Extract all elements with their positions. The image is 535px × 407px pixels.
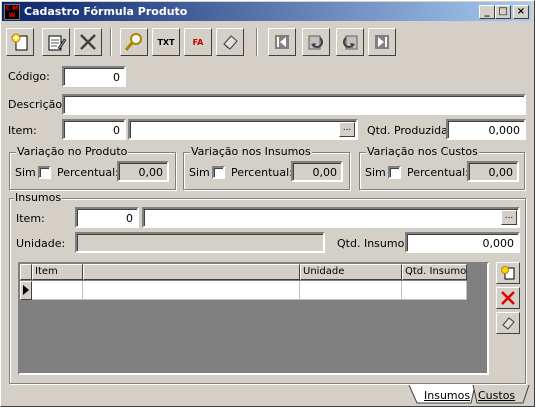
insumo-item-description-input[interactable]: ... xyxy=(142,207,520,228)
new-document-icon xyxy=(11,33,28,51)
title-bar: C MW Cadastro Fórmula Produto _ □ × xyxy=(2,2,531,21)
grid-cell-qtd-insumo[interactable] xyxy=(402,281,467,300)
unidade-input[interactable] xyxy=(75,232,325,253)
grid-row-indicator[interactable] xyxy=(20,281,32,300)
variacao-custos-title: Variação nos Custos xyxy=(366,145,479,158)
item-lookup-button[interactable]: ... xyxy=(339,122,355,137)
variacao-custos-percentual-label: Percentual: xyxy=(407,166,469,179)
edit-record-button[interactable] xyxy=(42,28,70,56)
add-insumo-button[interactable] xyxy=(496,262,520,284)
grid-header-qtd-insumo[interactable]: Qtd. Insumo xyxy=(402,264,467,280)
grid-cell-unidade[interactable] xyxy=(300,281,402,300)
descricao-label: Descrição: xyxy=(8,98,66,111)
variacao-insumos-group: Variação nos Insumos Sim Percentual: 0,0… xyxy=(183,145,350,190)
grid-header-item[interactable]: Item xyxy=(32,264,83,280)
clear-insumo-button[interactable] xyxy=(496,312,520,334)
next-record-button[interactable] xyxy=(336,28,364,56)
prev-record-button[interactable] xyxy=(302,28,330,56)
variacao-insumos-checkbox[interactable] xyxy=(212,166,225,179)
qtd-insumo-label: Qtd. Insumo: xyxy=(337,237,409,250)
grid-header-unidade[interactable]: Unidade xyxy=(300,264,402,280)
item-description-input[interactable]: ... xyxy=(128,119,358,140)
grid-cell-description[interactable] xyxy=(83,281,300,300)
clear-button[interactable] xyxy=(216,28,244,56)
qtd-insumo-input[interactable]: 0,000 xyxy=(405,232,520,253)
export-txt-button[interactable]: TXT xyxy=(152,28,180,56)
variacao-custos-checkbox[interactable] xyxy=(388,166,401,179)
insumos-title: Insumos xyxy=(14,191,63,204)
variacao-custos-group: Variação nos Custos Sim Percentual: 0,00 xyxy=(359,145,525,190)
toolbar: TXT FA xyxy=(4,25,530,59)
next-icon xyxy=(343,35,358,50)
last-record-button[interactable] xyxy=(368,28,396,56)
variacao-produto-percentual-label: Percentual: xyxy=(57,166,119,179)
variacao-produto-group: Variação no Produto Sim Percentual: 0,00 xyxy=(9,145,176,190)
toolbar-separator xyxy=(110,28,112,56)
item-code-input[interactable]: 0 xyxy=(62,119,126,140)
descricao-input[interactable] xyxy=(62,94,526,115)
variacao-produto-checkbox[interactable] xyxy=(38,166,51,179)
tab-insumos[interactable]: Insumos xyxy=(420,387,474,404)
unidade-label: Unidade: xyxy=(16,237,66,250)
grid-cell-item[interactable] xyxy=(32,281,83,300)
variacao-custos-percentual-input[interactable]: 0,00 xyxy=(467,161,519,182)
report-fa-button[interactable]: FA xyxy=(184,28,212,56)
codigo-input[interactable]: 0 xyxy=(62,66,126,87)
qtd-produzida-input[interactable]: 0,000 xyxy=(446,119,526,140)
minimize-button[interactable]: _ xyxy=(479,5,495,19)
insumos-grid[interactable]: Item Unidade Qtd. Insumo xyxy=(18,262,489,375)
variacao-insumos-percentual-label: Percentual: xyxy=(231,166,293,179)
close-button[interactable]: × xyxy=(513,5,529,19)
item-label: Item: xyxy=(8,124,37,137)
grid-indicator-header xyxy=(20,264,32,280)
variacao-produto-percentual-input[interactable]: 0,00 xyxy=(117,161,169,182)
search-button[interactable] xyxy=(120,28,148,56)
insumo-lookup-button[interactable]: ... xyxy=(501,210,517,225)
edit-document-icon xyxy=(48,35,66,51)
new-record-button[interactable] xyxy=(6,28,34,56)
variacao-custos-sim-label: Sim xyxy=(365,166,386,179)
variacao-insumos-title: Variação nos Insumos xyxy=(190,145,312,158)
variacao-produto-title: Variação no Produto xyxy=(16,145,129,158)
toolbar-separator xyxy=(256,28,258,56)
magnifier-icon xyxy=(124,33,142,51)
first-record-button[interactable] xyxy=(268,28,296,56)
new-document-icon xyxy=(501,266,515,280)
prev-icon xyxy=(308,35,323,50)
maximize-button[interactable]: □ xyxy=(495,5,511,19)
window-title: Cadastro Fórmula Produto xyxy=(24,5,188,18)
qtd-produzida-label: Qtd. Produzida: xyxy=(367,124,452,137)
tab-custos[interactable]: Custos xyxy=(474,387,519,404)
variacao-insumos-sim-label: Sim xyxy=(189,166,210,179)
first-icon xyxy=(275,35,289,49)
eraser-icon xyxy=(502,317,515,330)
variacao-insumos-percentual-input[interactable]: 0,00 xyxy=(291,161,343,182)
grid-header-description[interactable] xyxy=(83,264,300,280)
txt-icon: TXT xyxy=(157,37,175,47)
insumo-item-code-input[interactable]: 0 xyxy=(75,207,139,228)
app-icon: C MW xyxy=(4,3,20,20)
delete-record-button[interactable] xyxy=(74,28,102,56)
eraser-icon xyxy=(223,35,238,50)
delete-x-icon xyxy=(501,291,515,305)
delete-x-icon xyxy=(80,34,96,50)
fa-icon: FA xyxy=(192,37,204,47)
insumo-item-label: Item: xyxy=(16,212,45,225)
variacao-produto-sim-label: Sim xyxy=(15,166,36,179)
codigo-label: Código: xyxy=(8,70,50,83)
remove-insumo-button[interactable] xyxy=(496,287,520,309)
current-row-arrow-icon xyxy=(23,285,29,295)
last-icon xyxy=(375,35,389,49)
